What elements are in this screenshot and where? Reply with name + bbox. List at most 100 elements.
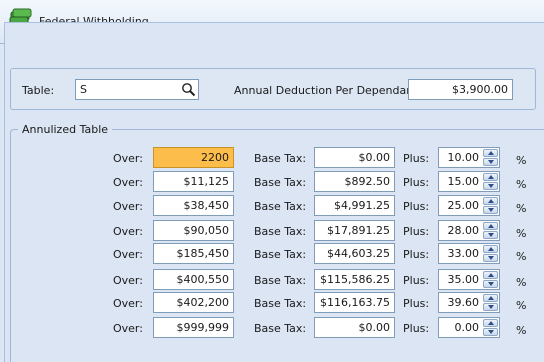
arrow-up-icon (487, 151, 494, 155)
base-tax-label: Base Tax: (254, 322, 307, 335)
spin-up-button[interactable] (483, 271, 498, 279)
base-tax-label: Base Tax: (254, 297, 307, 310)
deduction-label: Annual Deduction Per Dependant: (234, 84, 422, 97)
plus-rate-stepper[interactable]: 15.00 (438, 171, 500, 192)
spin-down-button[interactable] (483, 206, 498, 214)
base-tax-label: Base Tax: (254, 176, 307, 189)
plus-rate-value: 28.00 (447, 224, 480, 237)
spin-up-button[interactable] (483, 197, 498, 205)
plus-rate-stepper[interactable]: 33.00 (438, 243, 500, 264)
rate-spinner[interactable] (483, 222, 498, 239)
arrow-up-icon (487, 296, 494, 300)
plus-rate-stepper[interactable]: 0.00 (438, 317, 500, 338)
table-search-input[interactable]: S (75, 79, 199, 100)
over-input[interactable]: $38,450 (153, 195, 234, 216)
percent-label: % (516, 202, 527, 215)
plus-rate-value: 15.00 (447, 175, 480, 188)
spin-down-button[interactable] (483, 254, 498, 262)
over-input[interactable]: 2200 (153, 147, 234, 168)
search-icon[interactable] (181, 82, 196, 97)
spin-down-button[interactable] (483, 328, 498, 336)
base-tax-input[interactable]: $17,891.25 (314, 220, 395, 241)
base-tax-label: Base Tax: (254, 274, 307, 287)
arrow-up-icon (487, 199, 494, 203)
plus-rate-stepper[interactable]: 39.60 (438, 292, 500, 313)
plus-label: Plus: (403, 225, 430, 238)
rate-spinner[interactable] (483, 319, 498, 336)
base-tax-label: Base Tax: (254, 225, 307, 238)
table-value: S (80, 83, 87, 96)
rate-spinner[interactable] (483, 271, 498, 288)
plus-label: Plus: (403, 274, 430, 287)
base-tax-input[interactable]: $116,163.75 (314, 292, 395, 313)
rate-spinner[interactable] (483, 294, 498, 311)
arrow-down-icon (487, 184, 494, 188)
percent-label: % (516, 276, 527, 289)
over-label: Over: (113, 225, 143, 238)
spin-down-button[interactable] (483, 158, 498, 166)
base-tax-input[interactable]: $44,603.25 (314, 243, 395, 264)
spin-up-button[interactable] (483, 319, 498, 327)
spin-up-button[interactable] (483, 245, 498, 253)
plus-rate-stepper[interactable]: 10.00 (438, 147, 500, 168)
table-label: Table: (22, 84, 55, 97)
over-label: Over: (113, 274, 143, 287)
arrow-down-icon (487, 305, 494, 309)
arrow-down-icon (487, 330, 494, 334)
plus-label: Plus: (403, 248, 430, 261)
rate-spinner[interactable] (483, 197, 498, 214)
over-input[interactable]: $185,450 (153, 243, 234, 264)
over-label: Over: (113, 200, 143, 213)
percent-label: % (516, 250, 527, 263)
arrow-up-icon (487, 224, 494, 228)
deduction-input[interactable]: $3,900.00 (408, 79, 513, 100)
plus-label: Plus: (403, 152, 430, 165)
spin-down-button[interactable] (483, 182, 498, 190)
over-input[interactable]: $90,050 (153, 220, 234, 241)
arrow-up-icon (487, 273, 494, 277)
spin-down-button[interactable] (483, 303, 498, 311)
arrow-up-icon (487, 321, 494, 325)
over-label: Over: (113, 248, 143, 261)
over-input[interactable]: $999,999 (153, 317, 234, 338)
base-tax-input[interactable]: $892.50 (314, 171, 395, 192)
percent-label: % (516, 227, 527, 240)
spin-up-button[interactable] (483, 149, 498, 157)
over-input[interactable]: $11,125 (153, 171, 234, 192)
base-tax-label: Base Tax: (254, 152, 307, 165)
base-tax-label: Base Tax: (254, 248, 307, 261)
percent-label: % (516, 178, 527, 191)
plus-rate-stepper[interactable]: 28.00 (438, 220, 500, 241)
base-tax-input[interactable]: $0.00 (314, 147, 395, 168)
arrow-up-icon (487, 175, 494, 179)
plus-rate-value: 0.00 (454, 321, 480, 334)
arrow-up-icon (487, 247, 494, 251)
plus-rate-value: 25.00 (447, 199, 480, 212)
plus-rate-stepper[interactable]: 35.00 (438, 269, 500, 290)
plus-rate-stepper[interactable]: 25.00 (438, 195, 500, 216)
arrow-down-icon (487, 282, 494, 286)
spin-up-button[interactable] (483, 294, 498, 302)
spin-down-button[interactable] (483, 280, 498, 288)
plus-label: Plus: (403, 200, 430, 213)
over-label: Over: (113, 152, 143, 165)
arrow-down-icon (487, 256, 494, 260)
spin-down-button[interactable] (483, 231, 498, 239)
rate-spinner[interactable] (483, 245, 498, 262)
arrow-down-icon (487, 233, 494, 237)
arrow-down-icon (487, 208, 494, 212)
base-tax-input[interactable]: $115,586.25 (314, 269, 395, 290)
plus-label: Plus: (403, 322, 430, 335)
plus-label: Plus: (403, 297, 430, 310)
over-input[interactable]: $402,200 (153, 292, 234, 313)
rate-spinner[interactable] (483, 173, 498, 190)
over-input[interactable]: $400,550 (153, 269, 234, 290)
base-tax-input[interactable]: $0.00 (314, 317, 395, 338)
base-tax-input[interactable]: $4,991.25 (314, 195, 395, 216)
over-label: Over: (113, 176, 143, 189)
spin-up-button[interactable] (483, 173, 498, 181)
rate-spinner[interactable] (483, 149, 498, 166)
plus-rate-value: 35.00 (447, 273, 480, 286)
spin-up-button[interactable] (483, 222, 498, 230)
annualized-group-title: Annulized Table (18, 123, 113, 136)
